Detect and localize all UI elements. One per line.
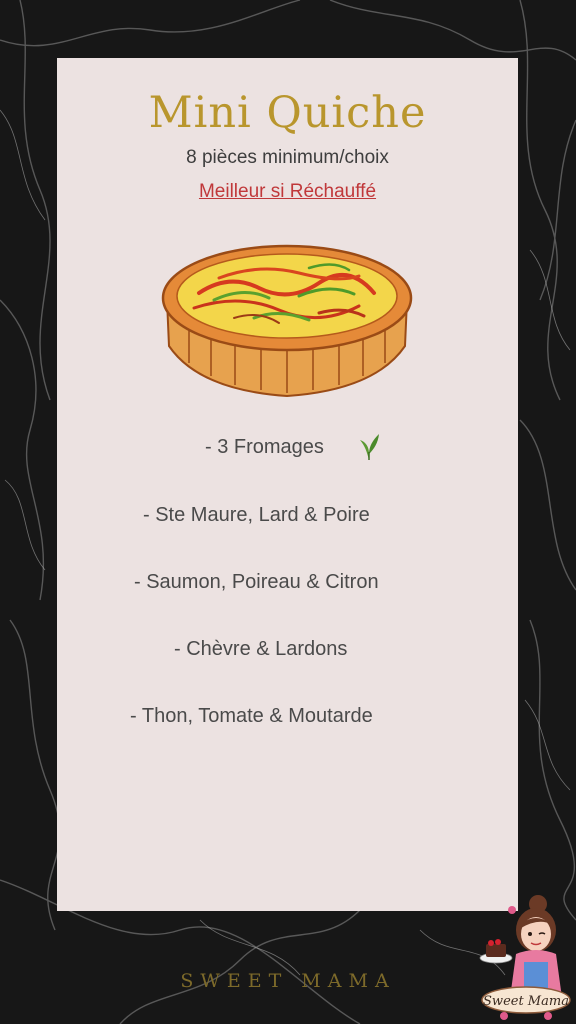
- flavor-item-5: - Thon, Tomate & Moutarde: [130, 705, 373, 727]
- menu-card: Mini Quiche 8 pièces minimum/choix Meill…: [57, 58, 518, 911]
- reheat-note: Meilleur si Réchauffé: [198, 181, 377, 202]
- flavor-item-1: - 3 Fromages: [205, 436, 324, 458]
- flavor-item-2: - Ste Maure, Lard & Poire: [143, 504, 370, 526]
- page-title: Mini Quiche: [148, 88, 427, 138]
- flavor-item-4: - Chèvre & Lardons: [174, 638, 348, 660]
- flavor-item-3: - Saumon, Poireau & Citron: [134, 571, 379, 593]
- quiche-illustration: [161, 244, 413, 398]
- sweet-mama-logo: Sweet Mama: [479, 895, 571, 1020]
- leaf-icon: [360, 434, 379, 460]
- logo-text: Sweet Mama: [483, 994, 569, 1009]
- minimum-order-text: 8 pièces minimum/choix: [186, 147, 389, 168]
